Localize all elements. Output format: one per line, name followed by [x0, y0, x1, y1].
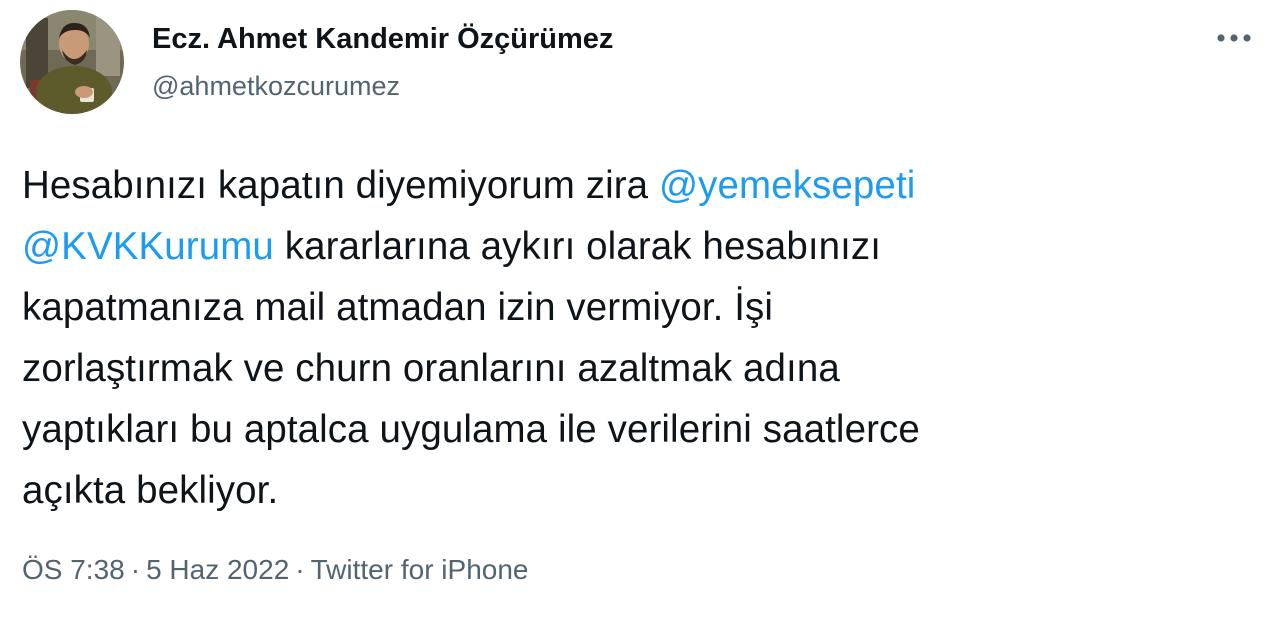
more-options-button[interactable]	[1208, 24, 1260, 52]
tweet-text-line: kapatmanıza mail atmadan izin vermiyor. …	[22, 277, 1242, 338]
more-horizontal-icon	[1217, 34, 1251, 42]
tweet-text: Hesabınızı kapatın diyemiyorum zira @yem…	[22, 155, 1242, 521]
author-display-name[interactable]: Ecz. Ahmet Kandemir Özçürümez	[152, 22, 613, 56]
tweet-text-line: açıkta bekliyor.	[22, 460, 1242, 521]
tweet-source[interactable]: Twitter for iPhone	[311, 554, 529, 585]
author-names: Ecz. Ahmet Kandemir Özçürümez @ahmetkozc…	[152, 22, 613, 102]
profile-photo-icon	[20, 10, 124, 114]
tweet-text-segment: yaptıkları bu aptalca uygulama ile veril…	[22, 408, 920, 451]
tweet-text-line: Hesabınızı kapatın diyemiyorum zira @yem…	[22, 155, 1242, 216]
mention-link[interactable]: @yemeksepeti	[659, 164, 915, 207]
tweet-text-segment: kapatmanıza mail atmadan izin vermiyor. …	[22, 286, 774, 329]
tweet-date[interactable]: 5 Haz 2022	[146, 554, 289, 585]
tweet-text-segment: açıkta bekliyor.	[22, 469, 279, 512]
tweet-text-segment: zorlaştırmak ve churn oranlarını azaltma…	[22, 347, 840, 390]
tweet-meta: ÖS 7:38 · 5 Haz 2022 · Twitter for iPhone	[22, 552, 528, 588]
author-handle[interactable]: @ahmetkozcurumez	[152, 70, 613, 102]
tweet-time[interactable]: ÖS 7:38	[22, 554, 125, 585]
tweet-text-line: @KVKKurumu kararlarına aykırı olarak hes…	[22, 216, 1242, 277]
tweet-text-segment: kararlarına aykırı olarak hesabınızı	[273, 225, 882, 268]
tweet-text-segment: Hesabınızı kapatın diyemiyorum zira	[22, 164, 659, 207]
avatar[interactable]	[20, 10, 124, 114]
tweet-text-line: zorlaştırmak ve churn oranlarını azaltma…	[22, 338, 1242, 399]
mention-link[interactable]: @KVKKurumu	[22, 225, 274, 268]
meta-separator: ·	[295, 554, 305, 585]
tweet-card: Ecz. Ahmet Kandemir Özçürümez @ahmetkozc…	[0, 0, 1280, 622]
meta-separator: ·	[130, 554, 141, 585]
tweet-header: Ecz. Ahmet Kandemir Özçürümez @ahmetkozc…	[20, 10, 1260, 116]
tweet-text-line: yaptıkları bu aptalca uygulama ile veril…	[22, 399, 1242, 460]
